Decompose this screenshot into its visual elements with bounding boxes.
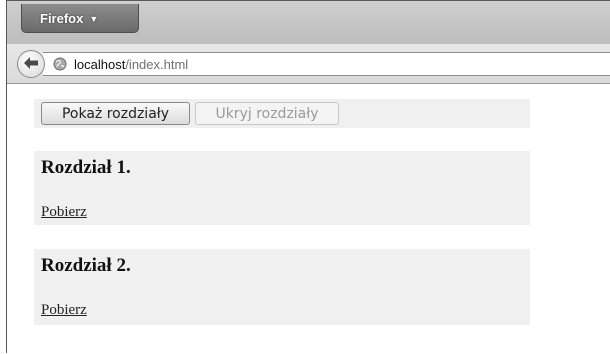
hide-chapters-button[interactable]: Ukryj rozdziały: [195, 102, 339, 125]
show-chapters-button[interactable]: Pokaż rozdziały: [41, 102, 190, 125]
address-bar[interactable]: localhost/index.html: [43, 52, 610, 76]
url-host: localhost: [74, 56, 126, 72]
chapter-title: Rozdział 1.: [41, 157, 131, 178]
globe-icon: [53, 57, 67, 71]
browser-window: Firefox ▼ localhost/index.html Pokaż roz…: [6, 0, 610, 354]
download-link[interactable]: Pobierz: [41, 204, 87, 221]
back-button[interactable]: [17, 50, 45, 78]
navigation-toolbar: localhost/index.html: [7, 44, 610, 84]
chapter-section: Rozdział 1. Pobierz: [34, 151, 530, 225]
download-link[interactable]: Pobierz: [41, 302, 87, 319]
chevron-down-icon: ▼: [89, 13, 99, 24]
title-bar: Firefox ▼: [7, 1, 610, 44]
firefox-menu-button[interactable]: Firefox ▼: [21, 4, 139, 33]
firefox-menu-label: Firefox: [40, 10, 84, 26]
chapter-title: Rozdział 2.: [41, 255, 131, 276]
button-panel: Pokaż rozdziały Ukryj rozdziały: [34, 99, 530, 128]
url-text: localhost/index.html: [74, 57, 188, 72]
page-content: Pokaż rozdziały Ukryj rozdziały Rozdział…: [7, 84, 610, 354]
arrow-left-icon: [23, 55, 39, 74]
chapter-section: Rozdział 2. Pobierz: [34, 249, 530, 325]
url-path: /index.html: [125, 56, 189, 72]
